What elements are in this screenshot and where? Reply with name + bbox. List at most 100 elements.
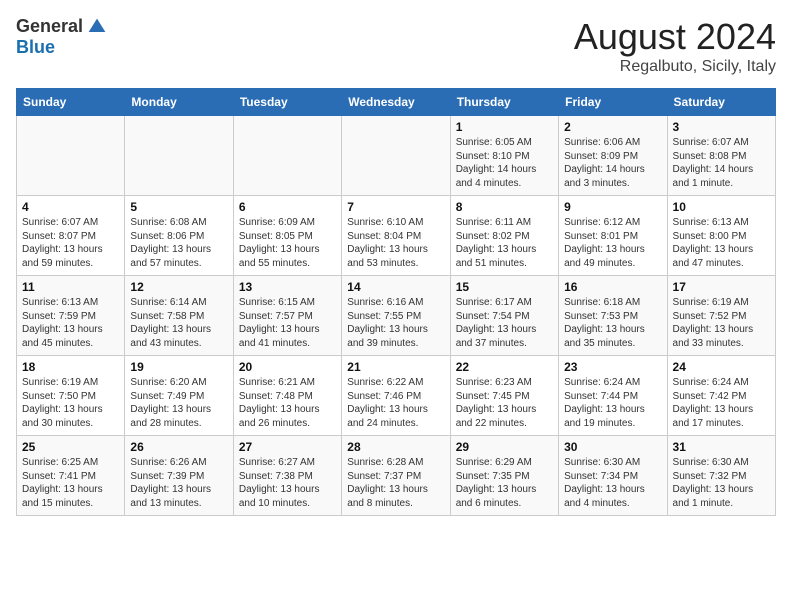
day-info: Sunrise: 6:30 AMSunset: 7:32 PMDaylight:… bbox=[673, 456, 770, 510]
calendar-cell: 2Sunrise: 6:06 AMSunset: 8:09 PMDaylight… bbox=[559, 116, 667, 196]
day-number: 12 bbox=[130, 280, 227, 294]
calendar-cell: 8Sunrise: 6:11 AMSunset: 8:02 PMDaylight… bbox=[450, 196, 558, 276]
calendar-cell: 21 Sunrise: 6:22 AMSunset: 7:46 PMDayligh… bbox=[342, 356, 450, 436]
weekday-header-sunday: Sunday bbox=[17, 89, 125, 116]
day-number: 3 bbox=[673, 120, 770, 134]
weekday-header-friday: Friday bbox=[559, 89, 667, 116]
page-header: General Blue August 2024 Regalbuto, Sici… bbox=[16, 16, 776, 76]
calendar-table: SundayMondayTuesdayWednesdayThursdayFrid… bbox=[16, 88, 776, 516]
calendar-cell bbox=[125, 116, 233, 196]
calendar-cell: 25Sunrise: 6:25 AMSunset: 7:41 PMDayligh… bbox=[17, 436, 125, 516]
day-number: 18 bbox=[22, 360, 119, 374]
day-info: Sunrise: 6:13 AMSunset: 7:59 PMDaylight:… bbox=[22, 296, 119, 350]
calendar-week-2: 4 Sunrise: 6:07 AMSunset: 8:07 PMDaylight… bbox=[17, 196, 776, 276]
day-number: 11 bbox=[22, 280, 119, 294]
day-number: 22 bbox=[456, 360, 553, 374]
weekday-header-tuesday: Tuesday bbox=[233, 89, 341, 116]
weekday-header-saturday: Saturday bbox=[667, 89, 775, 116]
calendar-cell bbox=[342, 116, 450, 196]
day-number: 21 bbox=[347, 360, 444, 374]
day-number: 4 bbox=[22, 200, 119, 214]
day-info: Sunrise: 6:19 AMSunset: 7:50 PMDaylight:… bbox=[22, 376, 119, 430]
calendar-cell: 30 Sunrise: 6:30 AMSunset: 7:34 PMDayligh… bbox=[559, 436, 667, 516]
day-info: Sunrise: 6:07 AMSunset: 8:08 PMDaylight:… bbox=[673, 136, 770, 190]
day-number: 20 bbox=[239, 360, 336, 374]
calendar-cell: 28 Sunrise: 6:28 AMSunset: 7:37 PMDayligh… bbox=[342, 436, 450, 516]
day-info: Sunrise: 6:19 AMSunset: 7:52 PMDaylight:… bbox=[673, 296, 770, 350]
day-info: Sunrise: 6:17 AMSunset: 7:54 PMDaylight:… bbox=[456, 296, 553, 350]
day-number: 28 bbox=[347, 440, 444, 454]
calendar-cell: 22 Sunrise: 6:23 AMSunset: 7:45 PMDayligh… bbox=[450, 356, 558, 436]
day-info: Sunrise: 6:16 AMSunset: 7:55 PMDaylight:… bbox=[347, 296, 444, 350]
day-number: 23 bbox=[564, 360, 661, 374]
day-info: Sunrise: 6:09 AMSunset: 8:05 PMDaylight:… bbox=[239, 216, 336, 270]
day-number: 31 bbox=[673, 440, 770, 454]
day-number: 13 bbox=[239, 280, 336, 294]
weekday-header-monday: Monday bbox=[125, 89, 233, 116]
calendar-cell: 31 Sunrise: 6:30 AMSunset: 7:32 PMDayligh… bbox=[667, 436, 775, 516]
day-info: Sunrise: 6:27 AMSunset: 7:38 PMDaylight:… bbox=[239, 456, 336, 510]
day-number: 30 bbox=[564, 440, 661, 454]
day-info: Sunrise: 6:22 AMSunset: 7:46 PMDaylight:… bbox=[347, 376, 444, 430]
calendar-cell: 9 Sunrise: 6:12 AMSunset: 8:01 PMDaylight… bbox=[559, 196, 667, 276]
day-info: Sunrise: 6:20 AMSunset: 7:49 PMDaylight:… bbox=[130, 376, 227, 430]
day-info: Sunrise: 6:26 AMSunset: 7:39 PMDaylight:… bbox=[130, 456, 227, 510]
day-number: 1 bbox=[456, 120, 553, 134]
day-info: Sunrise: 6:14 AMSunset: 7:58 PMDaylight:… bbox=[130, 296, 227, 350]
day-number: 9 bbox=[564, 200, 661, 214]
title-block: August 2024 Regalbuto, Sicily, Italy bbox=[574, 16, 776, 76]
calendar-cell: 20 Sunrise: 6:21 AMSunset: 7:48 PMDayligh… bbox=[233, 356, 341, 436]
location-subtitle: Regalbuto, Sicily, Italy bbox=[574, 58, 776, 76]
calendar-cell: 23 Sunrise: 6:24 AMSunset: 7:44 PMDayligh… bbox=[559, 356, 667, 436]
calendar-cell: 1Sunrise: 6:05 AMSunset: 8:10 PMDaylight… bbox=[450, 116, 558, 196]
day-number: 19 bbox=[130, 360, 227, 374]
logo-blue-text: Blue bbox=[16, 37, 55, 58]
calendar-cell: 12 Sunrise: 6:14 AMSunset: 7:58 PMDayligh… bbox=[125, 276, 233, 356]
day-number: 6 bbox=[239, 200, 336, 214]
day-number: 25 bbox=[22, 440, 119, 454]
day-number: 17 bbox=[673, 280, 770, 294]
calendar-cell: 3 Sunrise: 6:07 AMSunset: 8:08 PMDaylight… bbox=[667, 116, 775, 196]
calendar-cell: 29Sunrise: 6:29 AMSunset: 7:35 PMDayligh… bbox=[450, 436, 558, 516]
day-info: Sunrise: 6:24 AMSunset: 7:42 PMDaylight:… bbox=[673, 376, 770, 430]
day-info: Sunrise: 6:11 AMSunset: 8:02 PMDaylight:… bbox=[456, 216, 553, 270]
calendar-cell: 19 Sunrise: 6:20 AMSunset: 7:49 PMDayligh… bbox=[125, 356, 233, 436]
weekday-header-wednesday: Wednesday bbox=[342, 89, 450, 116]
calendar-cell: 16Sunrise: 6:18 AMSunset: 7:53 PMDayligh… bbox=[559, 276, 667, 356]
calendar-cell: 11 Sunrise: 6:13 AMSunset: 7:59 PMDayligh… bbox=[17, 276, 125, 356]
calendar-cell: 4 Sunrise: 6:07 AMSunset: 8:07 PMDaylight… bbox=[17, 196, 125, 276]
day-info: Sunrise: 6:29 AMSunset: 7:35 PMDaylight:… bbox=[456, 456, 553, 510]
calendar-cell: 14 Sunrise: 6:16 AMSunset: 7:55 PMDayligh… bbox=[342, 276, 450, 356]
calendar-cell: 5Sunrise: 6:08 AMSunset: 8:06 PMDaylight… bbox=[125, 196, 233, 276]
day-number: 15 bbox=[456, 280, 553, 294]
day-number: 27 bbox=[239, 440, 336, 454]
day-info: Sunrise: 6:30 AMSunset: 7:34 PMDaylight:… bbox=[564, 456, 661, 510]
calendar-cell: 18 Sunrise: 6:19 AMSunset: 7:50 PMDayligh… bbox=[17, 356, 125, 436]
day-info: Sunrise: 6:24 AMSunset: 7:44 PMDaylight:… bbox=[564, 376, 661, 430]
weekday-header-row: SundayMondayTuesdayWednesdayThursdayFrid… bbox=[17, 89, 776, 116]
day-info: Sunrise: 6:08 AMSunset: 8:06 PMDaylight:… bbox=[130, 216, 227, 270]
weekday-header-thursday: Thursday bbox=[450, 89, 558, 116]
calendar-cell: 10Sunrise: 6:13 AMSunset: 8:00 PMDayligh… bbox=[667, 196, 775, 276]
calendar-cell: 24 Sunrise: 6:24 AMSunset: 7:42 PMDayligh… bbox=[667, 356, 775, 436]
logo-general-text: General bbox=[16, 16, 83, 37]
day-number: 24 bbox=[673, 360, 770, 374]
day-info: Sunrise: 6:12 AMSunset: 8:01 PMDaylight:… bbox=[564, 216, 661, 270]
calendar-week-5: 25Sunrise: 6:25 AMSunset: 7:41 PMDayligh… bbox=[17, 436, 776, 516]
day-info: Sunrise: 6:18 AMSunset: 7:53 PMDaylight:… bbox=[564, 296, 661, 350]
day-info: Sunrise: 6:10 AMSunset: 8:04 PMDaylight:… bbox=[347, 216, 444, 270]
day-info: Sunrise: 6:15 AMSunset: 7:57 PMDaylight:… bbox=[239, 296, 336, 350]
day-number: 14 bbox=[347, 280, 444, 294]
day-number: 26 bbox=[130, 440, 227, 454]
day-info: Sunrise: 6:13 AMSunset: 8:00 PMDaylight:… bbox=[673, 216, 770, 270]
day-info: Sunrise: 6:23 AMSunset: 7:45 PMDaylight:… bbox=[456, 376, 553, 430]
day-info: Sunrise: 6:07 AMSunset: 8:07 PMDaylight:… bbox=[22, 216, 119, 270]
day-info: Sunrise: 6:06 AMSunset: 8:09 PMDaylight:… bbox=[564, 136, 661, 190]
day-number: 7 bbox=[347, 200, 444, 214]
month-title: August 2024 bbox=[574, 16, 776, 58]
logo-icon bbox=[87, 17, 107, 37]
day-info: Sunrise: 6:28 AMSunset: 7:37 PMDaylight:… bbox=[347, 456, 444, 510]
day-info: Sunrise: 6:21 AMSunset: 7:48 PMDaylight:… bbox=[239, 376, 336, 430]
calendar-week-1: 1Sunrise: 6:05 AMSunset: 8:10 PMDaylight… bbox=[17, 116, 776, 196]
calendar-cell bbox=[17, 116, 125, 196]
